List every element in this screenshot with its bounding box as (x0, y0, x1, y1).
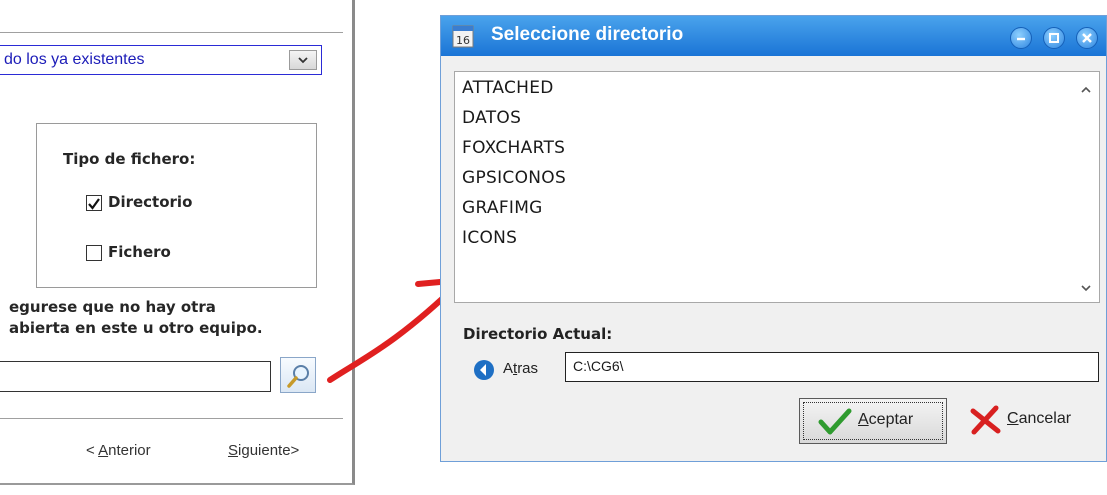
dialog-titlebar[interactable]: 16 Seleccione directorio (441, 16, 1106, 56)
list-item[interactable]: DATOS (462, 108, 521, 128)
svg-text:16: 16 (456, 34, 470, 47)
back-prefix: A (503, 360, 514, 377)
cancel-accelerator: C (1007, 410, 1019, 427)
accept-label-rest: ceptar (868, 411, 914, 428)
minimize-button[interactable] (1010, 27, 1032, 49)
minimize-icon (1017, 37, 1025, 41)
accept-accelerator: A (858, 411, 869, 428)
red-x-icon (970, 405, 1001, 435)
current-path-value: C:\CG6\ (573, 358, 624, 374)
list-item[interactable]: ATTACHED (462, 78, 554, 98)
cancel-label: Cancelar (1007, 410, 1071, 428)
back-label: ras (517, 360, 539, 377)
checkmark-icon (818, 408, 852, 435)
scroll-down-icon[interactable] (1081, 284, 1091, 292)
list-item[interactable]: GRAFIMG (462, 198, 543, 218)
scroll-up-icon[interactable] (1081, 86, 1091, 94)
maximize-button[interactable] (1043, 27, 1065, 49)
app-icon: 16 (452, 25, 474, 48)
list-item[interactable]: GPSICONOS (462, 168, 566, 188)
current-path-field[interactable]: C:\CG6\ (565, 352, 1099, 382)
cancel-label-rest: ancelar (1018, 410, 1072, 427)
cancel-button[interactable]: Cancelar (963, 401, 1103, 441)
list-item[interactable]: ICONS (462, 228, 517, 248)
select-directory-dialog: 16 Seleccione directorio ATTACHED DATOS … (440, 15, 1107, 462)
directory-list[interactable]: ATTACHED DATOS FOXCHARTS GPSICONOS GRAFI… (454, 71, 1100, 303)
accept-label: Aceptar (858, 411, 913, 429)
close-icon (1082, 33, 1092, 43)
list-item[interactable]: FOXCHARTS (462, 138, 565, 158)
close-button[interactable] (1076, 27, 1098, 49)
dialog-title: Seleccione directorio (491, 24, 684, 45)
maximize-icon (1049, 33, 1059, 43)
back-button[interactable]: Atras (503, 360, 538, 377)
current-directory-label: Directorio Actual: (463, 325, 613, 343)
back-arrow-icon[interactable] (473, 359, 495, 381)
accept-button[interactable]: Aceptar (799, 398, 947, 444)
